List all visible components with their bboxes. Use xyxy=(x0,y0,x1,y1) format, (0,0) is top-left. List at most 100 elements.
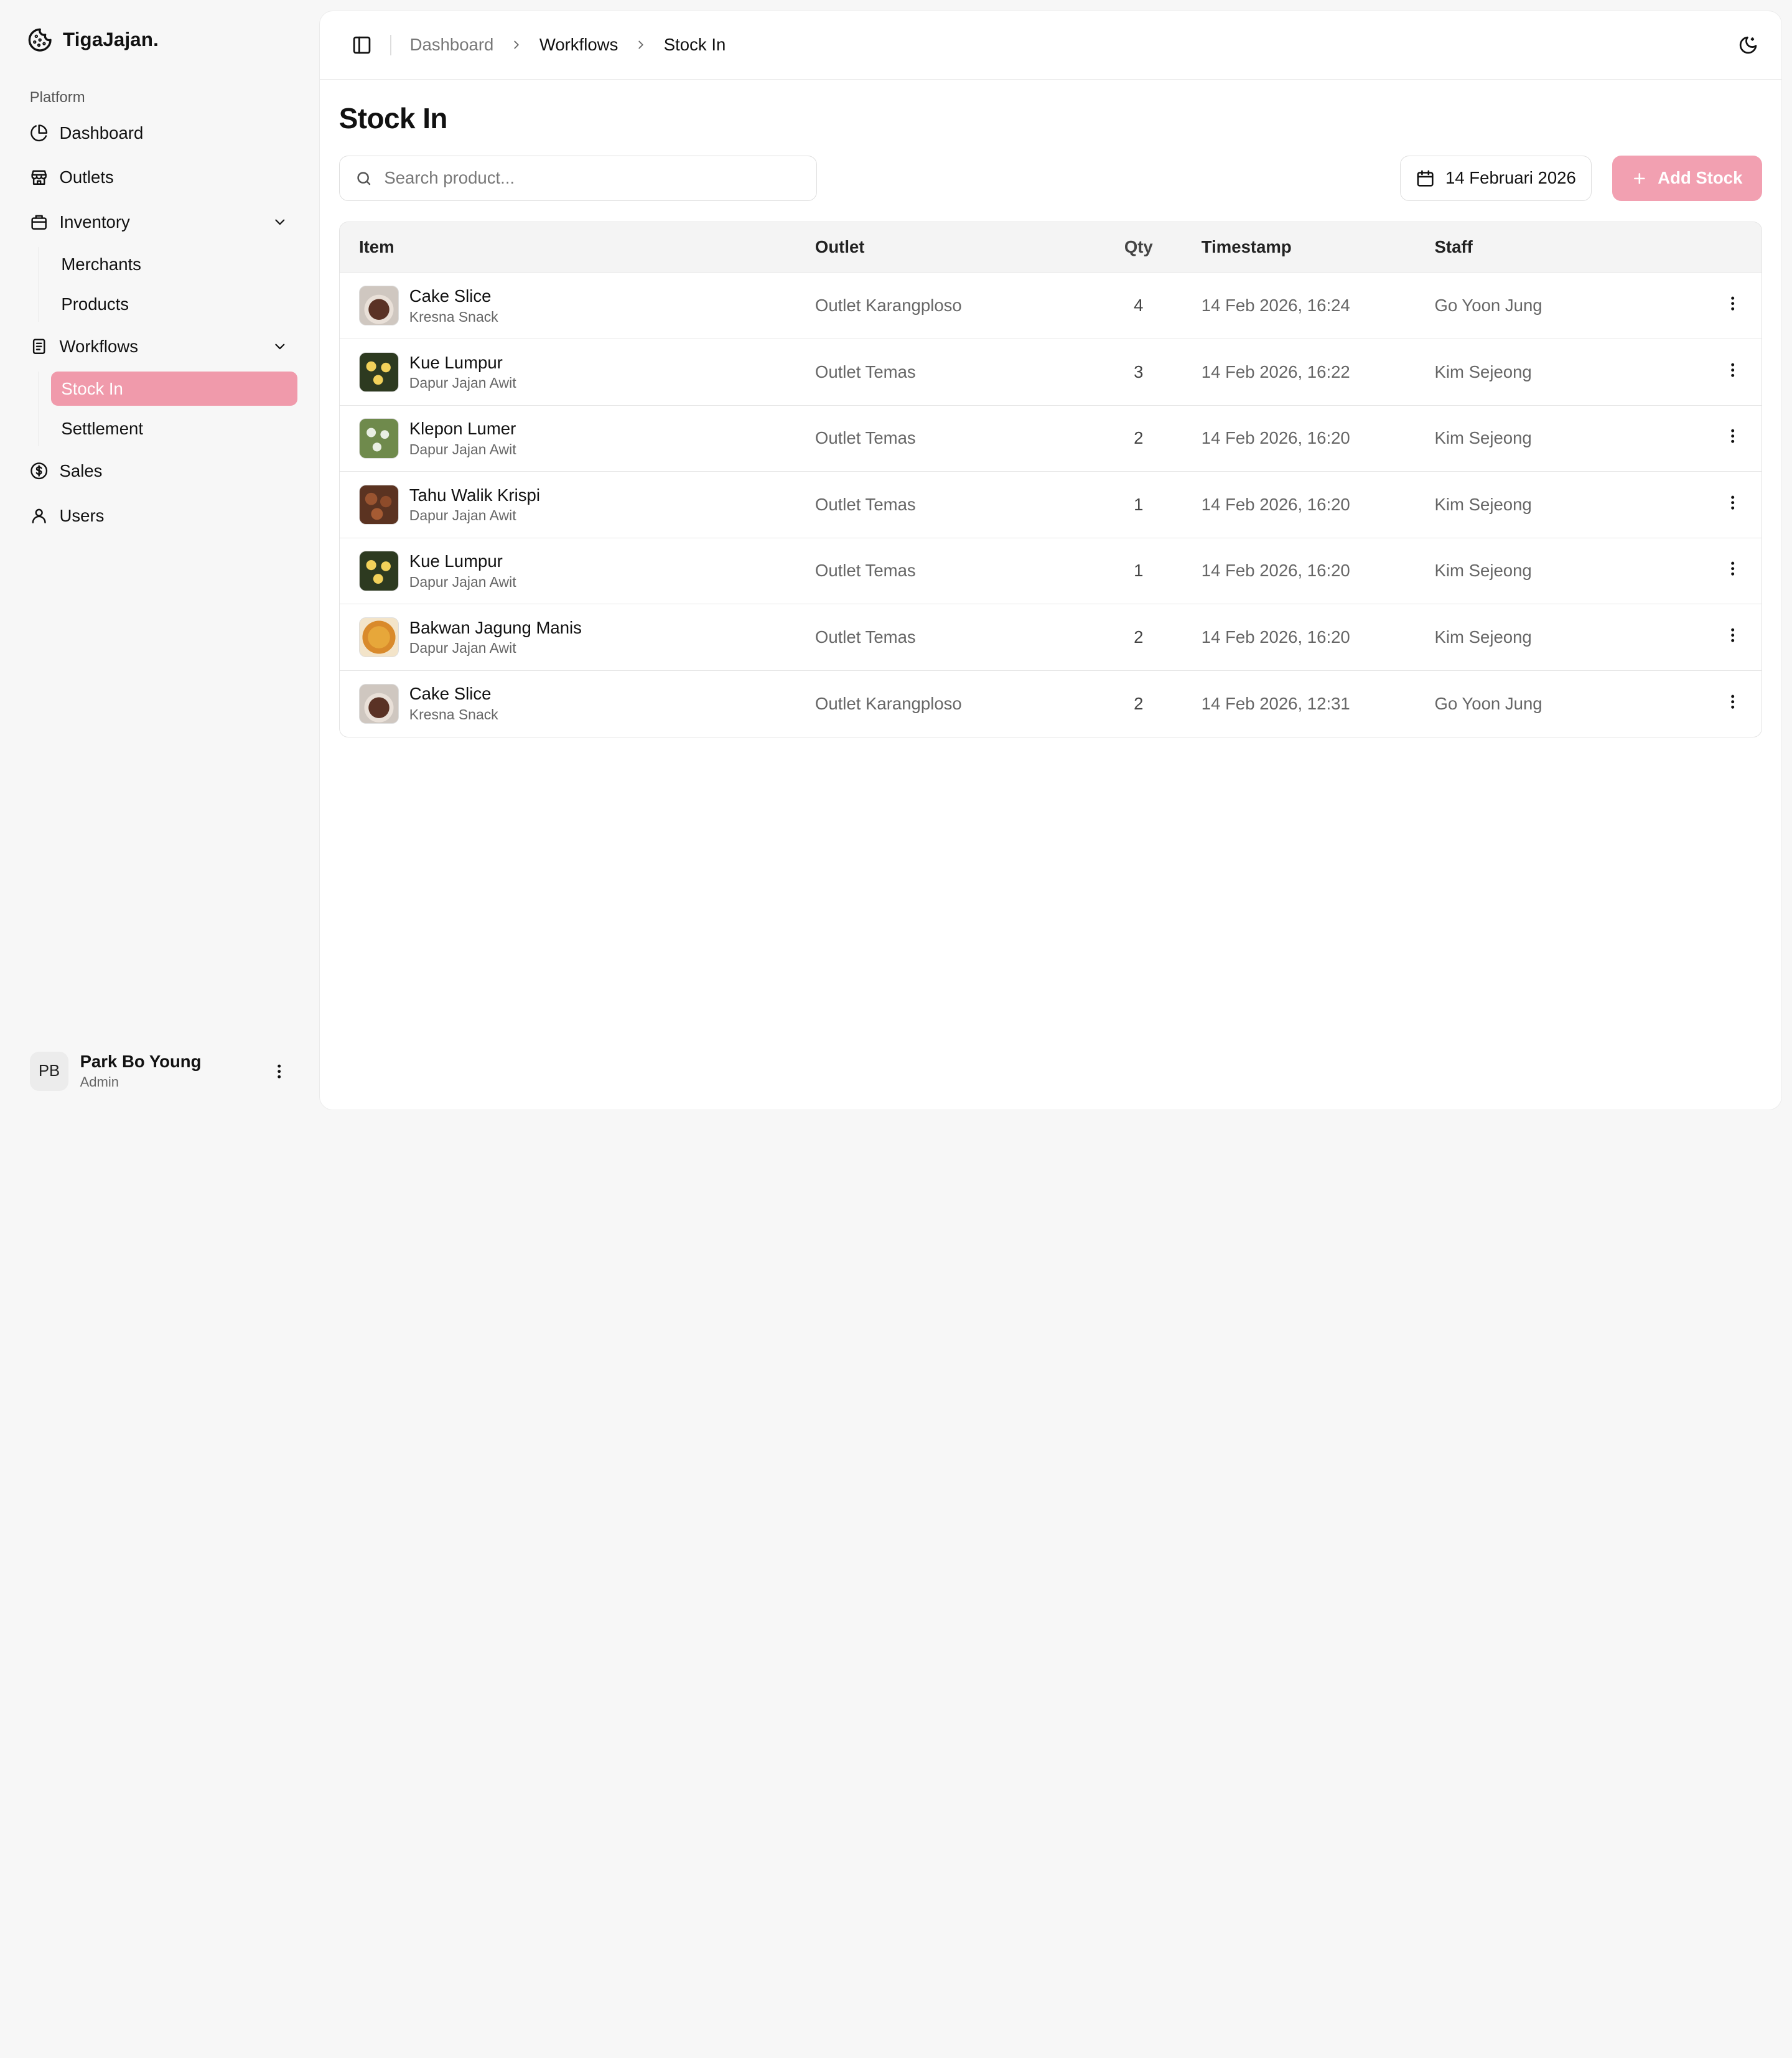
more-vertical-icon[interactable] xyxy=(1724,626,1742,644)
app-root: TigaJajan. Platform Dashboard Outlets In… xyxy=(0,0,1792,1120)
add-stock-button[interactable]: Add Stock xyxy=(1612,155,1762,202)
package-icon xyxy=(31,215,47,230)
staff-cell: Kim Sejeong xyxy=(1434,428,1532,448)
workflows-submenu: Stock In Settlement xyxy=(39,372,297,446)
more-vertical-icon[interactable] xyxy=(1724,693,1742,711)
search-input[interactable] xyxy=(384,168,800,189)
breadcrumb-current: Stock In xyxy=(663,35,726,55)
sidebar-item-dashboard[interactable]: Dashboard xyxy=(21,113,297,152)
staff-cell: Kim Sejeong xyxy=(1434,362,1532,381)
table-row[interactable]: Cake Slice Kresna Snack Outlet Karangplo… xyxy=(339,273,1762,339)
staff-cell: Go Yoon Jung xyxy=(1434,296,1542,316)
qty-cell: 1 xyxy=(1134,561,1144,581)
section-label-platform: Platform xyxy=(29,89,85,106)
search-box[interactable] xyxy=(338,155,817,202)
qty-cell: 2 xyxy=(1134,693,1144,713)
timestamp-cell: 14 Feb 2026, 16:20 xyxy=(1201,627,1350,647)
table-row[interactable]: Klepon Lumer Dapur Jajan Awit Outlet Tem… xyxy=(339,405,1762,472)
item-name: Kue Lumpur xyxy=(409,352,503,372)
clipboard-list-icon xyxy=(32,339,45,355)
product-thumbnail xyxy=(358,683,399,724)
breadcrumb-workflows[interactable]: Workflows xyxy=(539,35,618,55)
sidebar-item-label: Workflows xyxy=(59,336,139,356)
table-row[interactable]: Bakwan Jagung Manis Dapur Jajan Awit Out… xyxy=(339,604,1762,671)
more-vertical-icon[interactable] xyxy=(1724,427,1742,445)
item-merchant: Kresna Snack xyxy=(409,706,498,723)
row-actions[interactable] xyxy=(1704,472,1762,538)
item-name: Cake Slice xyxy=(409,286,492,306)
table-row[interactable]: Kue Lumpur Dapur Jajan Awit Outlet Temas… xyxy=(339,538,1762,604)
more-vertical-icon[interactable] xyxy=(1724,361,1742,379)
qty-cell: 3 xyxy=(1134,362,1144,381)
sidebar-item-label: Sales xyxy=(59,461,103,481)
theme-toggle-icon[interactable] xyxy=(1738,35,1758,55)
timestamp-cell: 14 Feb 2026, 16:20 xyxy=(1201,494,1350,514)
product-thumbnail xyxy=(358,418,399,459)
user-icon xyxy=(32,508,46,524)
pie-chart-icon xyxy=(30,124,47,141)
sidebar-item-label: Inventory xyxy=(59,212,130,232)
staff-cell: Kim Sejeong xyxy=(1434,627,1532,647)
topbar: Dashboard Workflows Stock In xyxy=(319,11,1781,80)
outlet-cell: Outlet Temas xyxy=(814,561,916,581)
store-icon xyxy=(31,171,47,185)
sidebar-item-stock-in[interactable]: Stock In xyxy=(50,372,297,406)
product-thumbnail xyxy=(358,617,399,658)
timestamp-cell: 14 Feb 2026, 12:31 xyxy=(1201,693,1350,713)
timestamp-cell: 14 Feb 2026, 16:20 xyxy=(1201,428,1350,448)
row-actions[interactable] xyxy=(1704,405,1762,472)
row-actions[interactable] xyxy=(1704,273,1762,339)
search-icon xyxy=(357,171,371,185)
sidebar-item-workflows[interactable]: Workflows xyxy=(21,327,297,366)
item-name: Kue Lumpur xyxy=(409,551,503,571)
chevron-down-icon[interactable] xyxy=(272,339,288,355)
outlet-cell: Outlet Temas xyxy=(814,362,916,381)
column-header-outlet: Outlet xyxy=(814,237,865,257)
table-row[interactable]: Tahu Walik Krispi Dapur Jajan Awit Outle… xyxy=(339,471,1762,538)
timestamp-cell: 14 Feb 2026, 16:20 xyxy=(1201,561,1350,581)
row-actions[interactable] xyxy=(1704,604,1762,671)
sidebar-item-label: Dashboard xyxy=(59,123,144,143)
row-actions[interactable] xyxy=(1704,538,1762,604)
sidebar-item-sales[interactable]: Sales xyxy=(21,452,297,490)
avatar: PB xyxy=(29,1052,69,1091)
user-info: Park Bo Young Admin xyxy=(80,1052,202,1090)
user-menu[interactable]: PB Park Bo Young Admin xyxy=(21,1052,297,1091)
product-thumbnail xyxy=(358,551,399,591)
user-name: Park Bo Young xyxy=(80,1052,202,1072)
table-row[interactable]: Cake Slice Kresna Snack Outlet Karangplo… xyxy=(339,670,1762,737)
column-header-staff: Staff xyxy=(1434,237,1473,257)
product-thumbnail xyxy=(358,484,399,525)
item-merchant: Dapur Jajan Awit xyxy=(409,375,516,391)
more-vertical-icon[interactable] xyxy=(1724,559,1742,578)
row-actions[interactable] xyxy=(1704,670,1762,737)
date-picker-button[interactable]: 14 Februari 2026 xyxy=(1400,155,1592,202)
qty-cell: 2 xyxy=(1134,627,1144,647)
item-merchant: Dapur Jajan Awit xyxy=(409,640,516,657)
row-actions[interactable] xyxy=(1704,339,1762,406)
breadcrumb-dashboard[interactable]: Dashboard xyxy=(410,35,494,55)
sidebar-item-inventory[interactable]: Inventory xyxy=(21,203,297,241)
chevron-down-icon[interactable] xyxy=(272,214,288,230)
sidebar-item-settlement[interactable]: Settlement xyxy=(51,412,297,446)
chevron-right-icon xyxy=(514,40,519,49)
more-vertical-icon[interactable] xyxy=(1724,294,1742,312)
more-vertical-icon[interactable] xyxy=(270,1062,288,1080)
sidebar-item-users[interactable]: Users xyxy=(21,497,297,535)
brand[interactable]: TigaJajan. xyxy=(21,0,297,80)
more-vertical-icon[interactable] xyxy=(1724,493,1742,512)
item-merchant: Dapur Jajan Awit xyxy=(409,573,516,590)
sidebar-item-products[interactable]: Products xyxy=(51,287,297,321)
sidebar-item-outlets[interactable]: Outlets xyxy=(21,158,297,197)
sidebar-toggle-icon[interactable] xyxy=(352,35,372,55)
item-name: Bakwan Jagung Manis xyxy=(409,617,582,637)
product-thumbnail xyxy=(358,352,399,392)
sidebar-item-merchants[interactable]: Merchants xyxy=(51,247,297,281)
table-row[interactable]: Kue Lumpur Dapur Jajan Awit Outlet Temas… xyxy=(339,339,1762,406)
toolbar: 14 Februari 2026 Add Stock xyxy=(338,155,1762,202)
qty-cell: 2 xyxy=(1134,428,1144,448)
item-name: Klepon Lumer xyxy=(409,419,516,439)
qty-cell: 1 xyxy=(1134,494,1144,514)
item-cell: Kue Lumpur Dapur Jajan Awit xyxy=(358,551,777,591)
outlet-cell: Outlet Temas xyxy=(814,627,916,647)
